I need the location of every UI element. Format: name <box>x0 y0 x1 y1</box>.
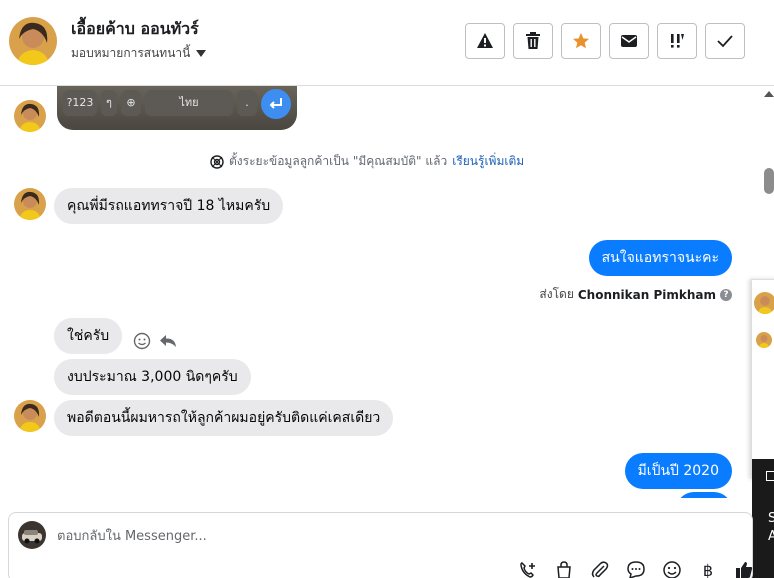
mark-unread-button[interactable] <box>609 23 649 59</box>
image-attachment[interactable]: ?123 ๆ ⊕ ไทย . <box>57 86 297 130</box>
paperclip-icon[interactable] <box>589 559 611 578</box>
star-icon <box>573 33 589 49</box>
contact-avatar-small <box>14 400 46 432</box>
message-actions <box>133 332 177 350</box>
follow-up-button[interactable] <box>657 23 697 59</box>
keyboard-key: . <box>237 90 257 116</box>
composer-toolbar: ฿ <box>517 559 755 578</box>
page-avatar <box>18 521 46 549</box>
chevron-down-icon <box>196 50 207 57</box>
priority-icon <box>671 34 684 48</box>
emoji-react-icon[interactable] <box>133 332 151 350</box>
sent-by-prefix: ส่งโดย <box>539 287 574 301</box>
shopping-bag-icon[interactable] <box>553 559 575 578</box>
side-dark-text: S <box>768 511 774 526</box>
mark-done-button[interactable] <box>705 23 745 59</box>
incoming-message[interactable]: งบประมาณ 3,000 นิดๆครับ <box>54 359 251 395</box>
reply-icon[interactable] <box>159 333 177 349</box>
reply-composer: ฿ <box>8 512 753 578</box>
scroll-up-arrow-icon[interactable] <box>764 91 774 97</box>
scrollbar-thumb[interactable] <box>764 168 774 194</box>
baht-icon[interactable]: ฿ <box>697 559 719 578</box>
conversation-toolbar <box>465 23 745 59</box>
sent-by-label: ส่งโดย Chonnikan Pimkham ? <box>539 285 732 304</box>
mark-spam-button[interactable] <box>465 23 505 59</box>
system-note-text: ตั้งระยะข้อมูลลูกค้าเป็น "มีคุณสมบัติ" แ… <box>229 154 448 168</box>
add-contact-icon[interactable] <box>517 559 539 578</box>
check-icon <box>717 35 733 48</box>
incoming-message[interactable]: ใช่ครับ <box>54 318 123 354</box>
assign-label: มอบหมายการสนทนานี้ <box>71 46 191 60</box>
trash-icon <box>526 32 540 49</box>
incoming-message[interactable]: พอดีตอนนี้ผมหารถให้ลูกค้าผมอยู่ครับติดแค… <box>54 400 394 436</box>
chat-head-avatar[interactable] <box>756 332 772 348</box>
incoming-message[interactable]: คุณพี่มีรถแอททราจปี 18 ไหมครับ <box>54 188 284 224</box>
side-dark-text: A <box>768 529 774 544</box>
enter-key-icon <box>261 89 291 119</box>
outgoing-message[interactable]: สนใจแอทราจนะคะ <box>588 240 732 276</box>
message-thread: ?123 ๆ ⊕ ไทย . ตั้งระยะข้อมูลลูกค้าเป็น … <box>0 86 752 498</box>
outgoing-message-partial[interactable] <box>676 492 732 498</box>
delete-button[interactable] <box>513 23 553 59</box>
contact-avatar-small <box>14 100 46 132</box>
star-button[interactable] <box>561 23 601 59</box>
globe-icon: ⊕ <box>121 90 141 116</box>
side-chat-panel <box>751 279 774 479</box>
keyboard-key: ไทย <box>145 90 233 116</box>
system-note: ตั้งระยะข้อมูลลูกค้าเป็น "มีคุณสมบัติ" แ… <box>210 152 524 171</box>
qualified-icon <box>210 154 224 169</box>
panel-icon <box>766 471 774 481</box>
sent-by-name: Chonnikan Pimkham <box>577 287 716 302</box>
keyboard-key: ๆ <box>101 90 117 116</box>
assign-conversation-dropdown[interactable]: มอบหมายการสนทนานี้ <box>71 44 207 63</box>
thumbs-up-icon[interactable] <box>733 559 755 578</box>
help-icon[interactable]: ? <box>720 288 732 301</box>
learn-more-link[interactable]: เรียนรู้เพิ่มเติม <box>452 152 524 171</box>
chat-head-avatar[interactable] <box>754 292 774 314</box>
envelope-icon <box>621 35 637 47</box>
side-dark-panel: S A <box>752 459 774 578</box>
contact-avatar-small <box>14 188 46 220</box>
warning-icon <box>477 33 493 48</box>
outgoing-message[interactable]: มีเป็นปี 2020 <box>624 453 732 489</box>
contact-avatar[interactable] <box>9 17 57 65</box>
emoji-icon[interactable] <box>661 559 683 578</box>
contact-name[interactable]: เอื้อยค้าบ ออนทัวร์ <box>71 17 199 42</box>
keyboard-key: ?123 <box>63 90 97 116</box>
conversation-header: เอื้อยค้าบ ออนทัวร์ มอบหมายการสนทนานี้ <box>0 0 774 86</box>
reply-input[interactable] <box>57 525 657 547</box>
saved-reply-icon[interactable] <box>625 559 647 578</box>
